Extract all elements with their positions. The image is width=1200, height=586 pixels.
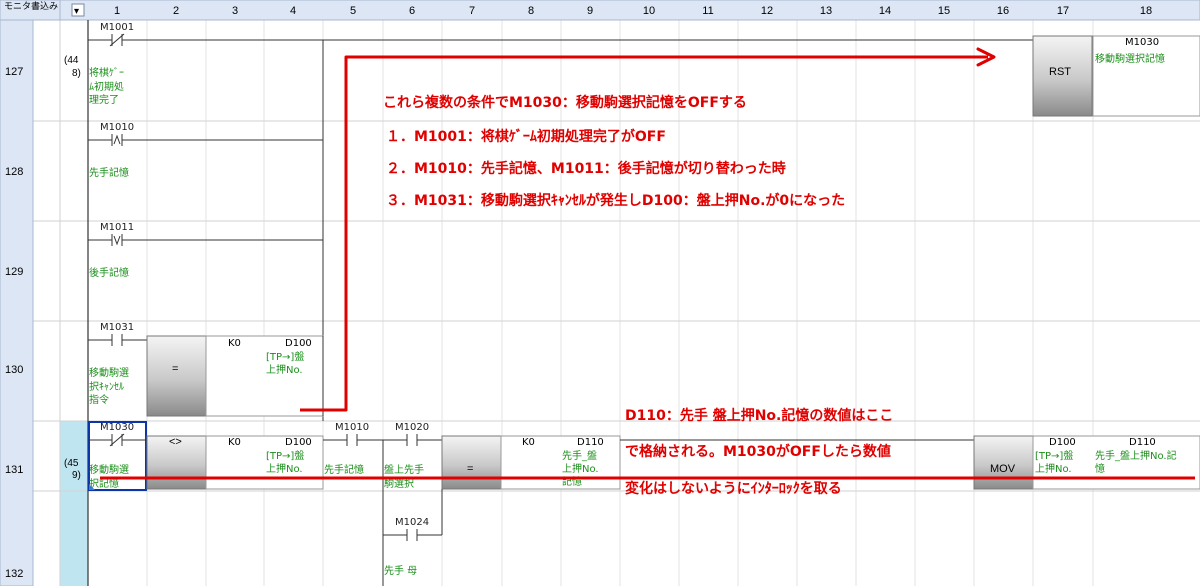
column-header-8: 8 bbox=[528, 5, 534, 17]
annotation-line: で格納される。M1030がOFFしたら数値 bbox=[625, 443, 891, 460]
contact-comment: 指令 bbox=[89, 393, 109, 406]
mov-source: D100 bbox=[1049, 437, 1076, 448]
column-header-13: 13 bbox=[820, 5, 832, 17]
column-header-9: 9 bbox=[587, 5, 593, 17]
column-header-12: 12 bbox=[761, 5, 773, 17]
row-number: 129 bbox=[5, 266, 23, 278]
column-header-16: 16 bbox=[997, 5, 1009, 17]
mov-dest-comment: 憶 bbox=[1095, 462, 1105, 475]
contact-comment: 将棋ｹﾞｰ bbox=[89, 66, 124, 79]
contact-comment: 後手記憶 bbox=[89, 266, 129, 279]
contact-device: M1030 bbox=[100, 422, 134, 433]
column-header-3: 3 bbox=[232, 5, 238, 17]
row-number-column bbox=[0, 19, 34, 586]
contact-device: M1001 bbox=[100, 22, 134, 33]
annotation-line: これら複数の条件でM1030：移動駒選択記憶をOFFする bbox=[383, 94, 747, 111]
row-number: 127 bbox=[5, 66, 23, 78]
mov-label: MOV bbox=[990, 463, 1016, 475]
contact-device: M1010 bbox=[335, 422, 369, 433]
contact-comment: 盤上先手 bbox=[384, 463, 424, 476]
rung-132[interactable]: M1024 先手 母 bbox=[382, 440, 443, 586]
contact-comment: 先手記憶 bbox=[324, 463, 364, 476]
compare-s2: D100 bbox=[285, 437, 312, 448]
compare-s2-comment: 上押No. bbox=[266, 462, 303, 475]
compare-op: = bbox=[172, 363, 178, 375]
column-header-6: 6 bbox=[409, 5, 415, 17]
contact-comment: 移動駒選 bbox=[89, 366, 129, 379]
row-number: 128 bbox=[5, 166, 23, 178]
column-header-2: 2 bbox=[173, 5, 179, 17]
contact-device: M1011 bbox=[100, 222, 134, 233]
contact-device: M1020 bbox=[395, 422, 429, 433]
rst-comment: 移動駒選択記憶 bbox=[1095, 52, 1165, 65]
row-number: 130 bbox=[5, 364, 23, 376]
contact-comment: 先手記憶 bbox=[89, 166, 129, 179]
compare-s1: K0 bbox=[228, 437, 241, 448]
step-number: 8) bbox=[72, 68, 81, 79]
column-header-17: 17 bbox=[1057, 5, 1069, 17]
compare-op: = bbox=[467, 463, 473, 475]
contact-device: M1010 bbox=[100, 122, 134, 133]
column-header-14: 14 bbox=[879, 5, 891, 17]
column-header-4: 4 bbox=[290, 5, 296, 17]
contact-comment: 択ｷｬﾝｾﾙ bbox=[89, 380, 124, 393]
row-number: 131 bbox=[5, 464, 23, 476]
mov-dest-comment: 先手_盤上押No.記 bbox=[1095, 449, 1177, 462]
column-header-1: 1 bbox=[114, 5, 120, 17]
column-header-5: 5 bbox=[350, 5, 356, 17]
step-highlight bbox=[60, 421, 88, 586]
ladder-editor[interactable]: モニタ書込み ▾ 1 2 3 4 5 6 7 8 9 10 11 12 13 14 15 16 17 18 127… bbox=[0, 0, 1200, 586]
column-header-18: 18 bbox=[1140, 5, 1152, 17]
rung-130[interactable]: M1031 移動駒選 択ｷｬﾝｾﾙ 指令 = K0 D100 [TP→]盤 上押… bbox=[88, 322, 324, 417]
column-header-10: 10 bbox=[643, 5, 655, 17]
compare-eq-box[interactable] bbox=[146, 335, 207, 417]
annotation-line: 変化はしないようにｲﾝﾀｰﾛｯｸを取る bbox=[625, 480, 842, 497]
column-header-15: 15 bbox=[938, 5, 950, 17]
compare-s2: D100 bbox=[285, 338, 312, 349]
compare-s2-comment: [TP→]盤 bbox=[266, 449, 304, 462]
mov-source-comment: 上押No. bbox=[1035, 462, 1072, 475]
annotation-line: D110：先手 盤上押No.記憶の数値はここ bbox=[625, 407, 893, 424]
mov-source-comment: [TP→]盤 bbox=[1035, 449, 1073, 462]
compare-s2-comment: [TP→]盤 bbox=[266, 350, 304, 363]
compare-s2-comment: 先手_盤 bbox=[562, 449, 597, 462]
step-number: (45 bbox=[64, 458, 79, 469]
compare-op: <> bbox=[169, 436, 182, 448]
column-header-7: 7 bbox=[469, 5, 475, 17]
compare-s2-comment: 上押No. bbox=[562, 462, 599, 475]
step-number: (44 bbox=[64, 55, 79, 66]
compare-s1: K0 bbox=[522, 437, 535, 448]
annotation-line: ２．M1010：先手記憶、M1011：後手記憶が切り替わった時 bbox=[386, 160, 786, 177]
step-number: 9) bbox=[72, 470, 81, 481]
chevron-down-icon: ▾ bbox=[74, 6, 79, 17]
contact-device: M1031 bbox=[100, 322, 134, 333]
contact-comment: ﾑ初期処 bbox=[89, 80, 124, 93]
compare-s1: K0 bbox=[228, 338, 241, 349]
rst-label: RST bbox=[1049, 66, 1071, 78]
annotation-line: ３．M1031：移動駒選択ｷｬﾝｾﾙが発生しD100：盤上押No.が0になった bbox=[386, 192, 845, 209]
monitor-write-label: モニタ書込み bbox=[4, 0, 58, 11]
mov-dest: D110 bbox=[1129, 437, 1156, 448]
annotation-line: １．M1001：将棋ｹﾞｰﾑ初期処理完了がOFF bbox=[386, 128, 666, 145]
contact-comment: 移動駒選 bbox=[89, 463, 129, 476]
contact-comment: 理完了 bbox=[89, 93, 119, 106]
contact-device: M1024 bbox=[395, 517, 429, 528]
compare-s2-comment: 上押No. bbox=[266, 363, 303, 376]
column-header-11: 11 bbox=[702, 5, 713, 17]
column-header: モニタ書込み ▾ bbox=[0, 0, 1200, 21]
rst-device: M1030 bbox=[1125, 37, 1159, 48]
row-number: 132 bbox=[5, 568, 23, 580]
compare-s2: D110 bbox=[577, 437, 604, 448]
contact-comment: 先手 母 bbox=[384, 564, 417, 577]
